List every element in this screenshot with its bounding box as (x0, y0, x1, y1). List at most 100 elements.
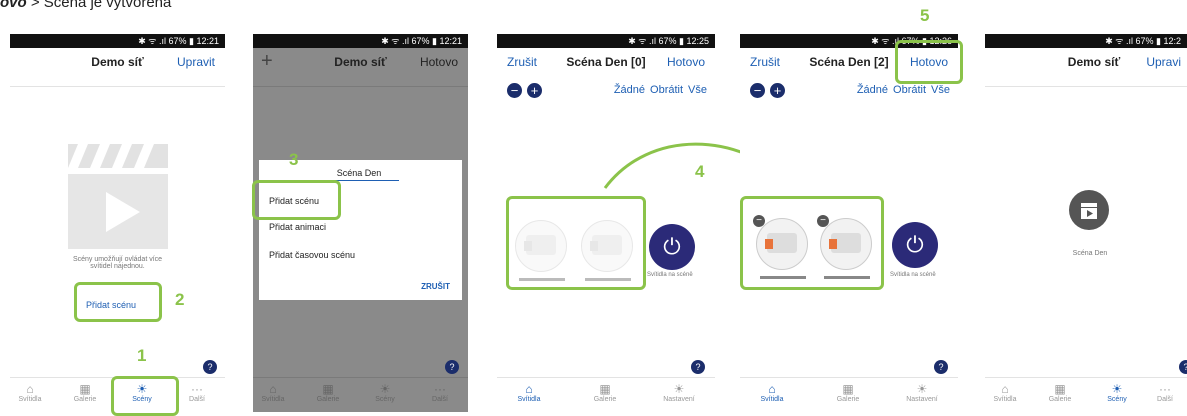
more-icon: ··· (434, 382, 446, 396)
tab-gallery[interactable]: ▦ Galerie (1040, 382, 1080, 403)
menu-add-timed-scene[interactable]: Přidat časovou scénu (269, 250, 355, 260)
clapperboard-icon (68, 144, 168, 249)
tab-label: Svítidla (18, 396, 42, 403)
nav-bar: Demo síť Upravi (985, 48, 1187, 87)
tab-bar: ⌂ Svítidla ▦ Galerie ☀ Scény ··· Další (985, 377, 1187, 412)
desc-line-1: Scény umožňují ovládat více (72, 256, 163, 263)
lamp-icon: ⌂ (525, 382, 533, 396)
tab-label: Další (432, 396, 448, 403)
highlight-add-scene-option (252, 180, 341, 220)
tab-more[interactable]: ··· Další (177, 382, 217, 403)
help-icon[interactable]: ? (445, 360, 459, 374)
tab-gallery[interactable]: ▦ Galerie (585, 382, 625, 403)
plus-icon[interactable]: + (527, 83, 542, 98)
minus-icon[interactable]: − (507, 83, 522, 98)
step-5-label: 5 (920, 6, 930, 25)
tab-gallery[interactable]: ▦ Galerie (308, 382, 348, 403)
scene-tile[interactable] (1069, 190, 1109, 230)
invert-selection-link[interactable]: Obrátit (650, 84, 683, 96)
nav-bar: Demo síť Upravit (10, 48, 225, 87)
status-bar: ✱ ᯤ .ıl 67% ▮ 12:21 (253, 34, 468, 48)
minus-icon[interactable]: − (750, 83, 765, 98)
tab-lights[interactable]: ⌂ Svítidla (253, 382, 293, 403)
tab-gallery[interactable]: ▦ Galerie (828, 382, 868, 403)
more-icon: ··· (191, 382, 203, 396)
tab-lights[interactable]: ⌂ Svítidla (10, 382, 50, 403)
tab-label: Další (1157, 396, 1173, 403)
caption-text: > Scéna je vytvořena (26, 0, 172, 11)
sun-icon: ☀ (1111, 382, 1123, 396)
phone-scene-created: ✱ ᯤ .ıl 67% ▮ 12:2 Demo síť Upravi Scéna… (985, 34, 1187, 412)
tab-more[interactable]: ··· Další (420, 382, 460, 403)
tab-bar: ⌂ Svítidla ▦ Galerie ☀ Nastavení (740, 377, 958, 412)
status-bar: ✱ ᯤ .ıl 67% ▮ 12:2 (985, 34, 1187, 48)
status-bar: ✱ ᯤ .ıl 67% ▮ 12:25 (497, 34, 715, 48)
power-icon[interactable]: ⏻ (892, 222, 938, 268)
highlight-done-button (895, 40, 963, 84)
highlight-selected-lights (740, 196, 884, 290)
highlight-unselected-lights (506, 196, 646, 290)
tab-scenes[interactable]: ☀ Scény (1097, 382, 1137, 403)
edit-button[interactable]: Upravi (1146, 48, 1181, 76)
tab-lights[interactable]: ⌂ Svítidla (752, 382, 792, 403)
tab-bar: ⌂ Svítidla ▦ Galerie ☀ Nastavení (497, 377, 715, 412)
tab-more[interactable]: ··· Další (1145, 382, 1185, 403)
tab-label: Galerie (316, 396, 340, 403)
done-button[interactable]: Hotovo (667, 48, 705, 76)
help-icon[interactable]: ? (1179, 360, 1187, 374)
lamp-icon: ⌂ (768, 382, 776, 396)
phone-scenes-empty: ✱ ᯤ .ıl 67% ▮ 12:21 Demo síť Upravit Scé… (10, 34, 225, 412)
highlight-scenes-tab (111, 376, 179, 416)
lights-in-scene-label: Svítidla na scéně (890, 272, 936, 278)
clapperboard-icon (1081, 203, 1097, 219)
power-icon[interactable]: ⏻ (649, 224, 695, 270)
grid-icon: ▦ (842, 382, 854, 396)
help-icon[interactable]: ? (934, 360, 948, 374)
lights-in-scene-label: Svítidla na scéně (647, 272, 693, 278)
status-bar: ✱ ᯤ .ıl 67% ▮ 12:21 (10, 34, 225, 48)
tab-label: Galerie (1048, 396, 1072, 403)
lamp-icon: ⌂ (26, 382, 34, 396)
grid-icon: ▦ (599, 382, 611, 396)
help-icon[interactable]: ? (203, 360, 217, 374)
tab-settings[interactable]: ☀ Nastavení (659, 382, 699, 403)
sun-icon: ☀ (916, 382, 928, 396)
sun-icon: ☀ (673, 382, 685, 396)
tab-scenes[interactable]: ☀ Scény (365, 382, 405, 403)
caption: ovo > Scéna je vytvořena (0, 0, 171, 11)
step-4-label: 4 (695, 162, 705, 181)
desc-line-2: svítidel najednou. (90, 263, 145, 270)
dialog-cancel-button[interactable]: ZRUŠIT (421, 282, 450, 291)
select-none-link[interactable]: Žádné (614, 84, 645, 96)
tab-lights[interactable]: ⌂ Svítidla (509, 382, 549, 403)
select-all-link[interactable]: Vše (688, 84, 707, 96)
highlight-add-scene (74, 282, 162, 322)
tab-label: Další (189, 396, 205, 403)
grid-icon: ▦ (79, 382, 91, 396)
tab-label: Galerie (836, 396, 860, 403)
tab-lights[interactable]: ⌂ Svítidla (985, 382, 1025, 403)
menu-add-animation[interactable]: Přidat animaci (269, 222, 326, 232)
tab-gallery[interactable]: ▦ Galerie (65, 382, 105, 403)
step-2-label: 2 (175, 290, 185, 309)
step-1-label: 1 (137, 346, 147, 365)
done-button[interactable]: Hotovo (420, 48, 458, 76)
tab-label: Scény (1107, 396, 1127, 403)
plus-icon[interactable]: + (770, 83, 785, 98)
lamp-icon: ⌂ (1001, 382, 1009, 396)
nav-bar: + Demo síť Hotovo (253, 48, 468, 87)
selection-row: − + Žádné Obrátit Vše (497, 80, 715, 102)
caption-bold: ovo (0, 0, 27, 11)
tab-label: Scény (375, 396, 395, 403)
invert-selection-link[interactable]: Obrátit (893, 84, 926, 96)
tab-label: Galerie (593, 396, 617, 403)
select-none-link[interactable]: Žádné (857, 84, 888, 96)
tab-settings[interactable]: ☀ Nastavení (902, 382, 942, 403)
edit-button[interactable]: Upravit (177, 48, 215, 76)
sun-icon: ☀ (379, 382, 391, 396)
grid-icon: ▦ (1054, 382, 1066, 396)
tab-label: Nastavení (906, 396, 938, 403)
tab-label: Nastavení (663, 396, 695, 403)
select-all-link[interactable]: Vše (931, 84, 950, 96)
help-icon[interactable]: ? (691, 360, 705, 374)
